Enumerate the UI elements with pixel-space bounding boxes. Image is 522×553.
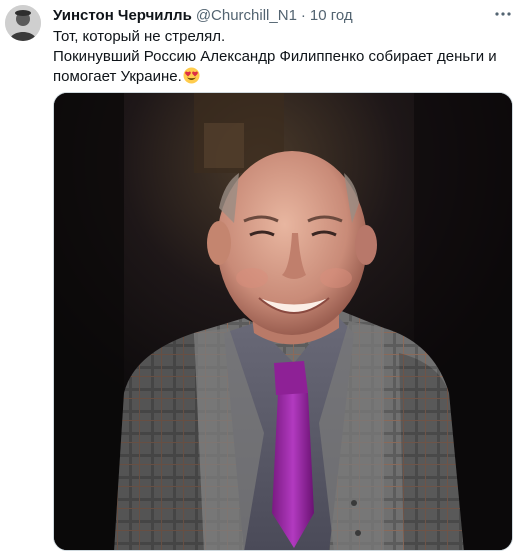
tweet-text-line-1: Тот, который не стрелял. (53, 28, 226, 45)
heart-eyes-emoji-icon (183, 67, 200, 84)
tweet-text: Тот, который не стрелял. Покинувший Росс… (53, 27, 510, 87)
tweet-text-line-3-text: помогает Украине. (53, 68, 182, 85)
author-display-name[interactable]: Уинстон Черчилль (53, 6, 192, 26)
header-separator: · (300, 7, 306, 24)
tweet-timestamp[interactable]: 10 год (310, 6, 353, 26)
tweet-text-line-3: помогает Украине. (53, 67, 510, 87)
tweet: Уинстон Черчилль @Churchill_N1 · 10 год … (0, 0, 522, 553)
more-options-icon[interactable] (494, 5, 512, 23)
tweet-text-line-2: Покинувший Россию Александр Филиппенко с… (53, 48, 497, 65)
author-avatar[interactable] (5, 5, 41, 41)
author-handle[interactable]: @Churchill_N1 (196, 6, 297, 26)
tweet-header: Уинстон Черчилль @Churchill_N1 · 10 год (53, 6, 492, 26)
tweet-photo[interactable] (53, 92, 513, 551)
